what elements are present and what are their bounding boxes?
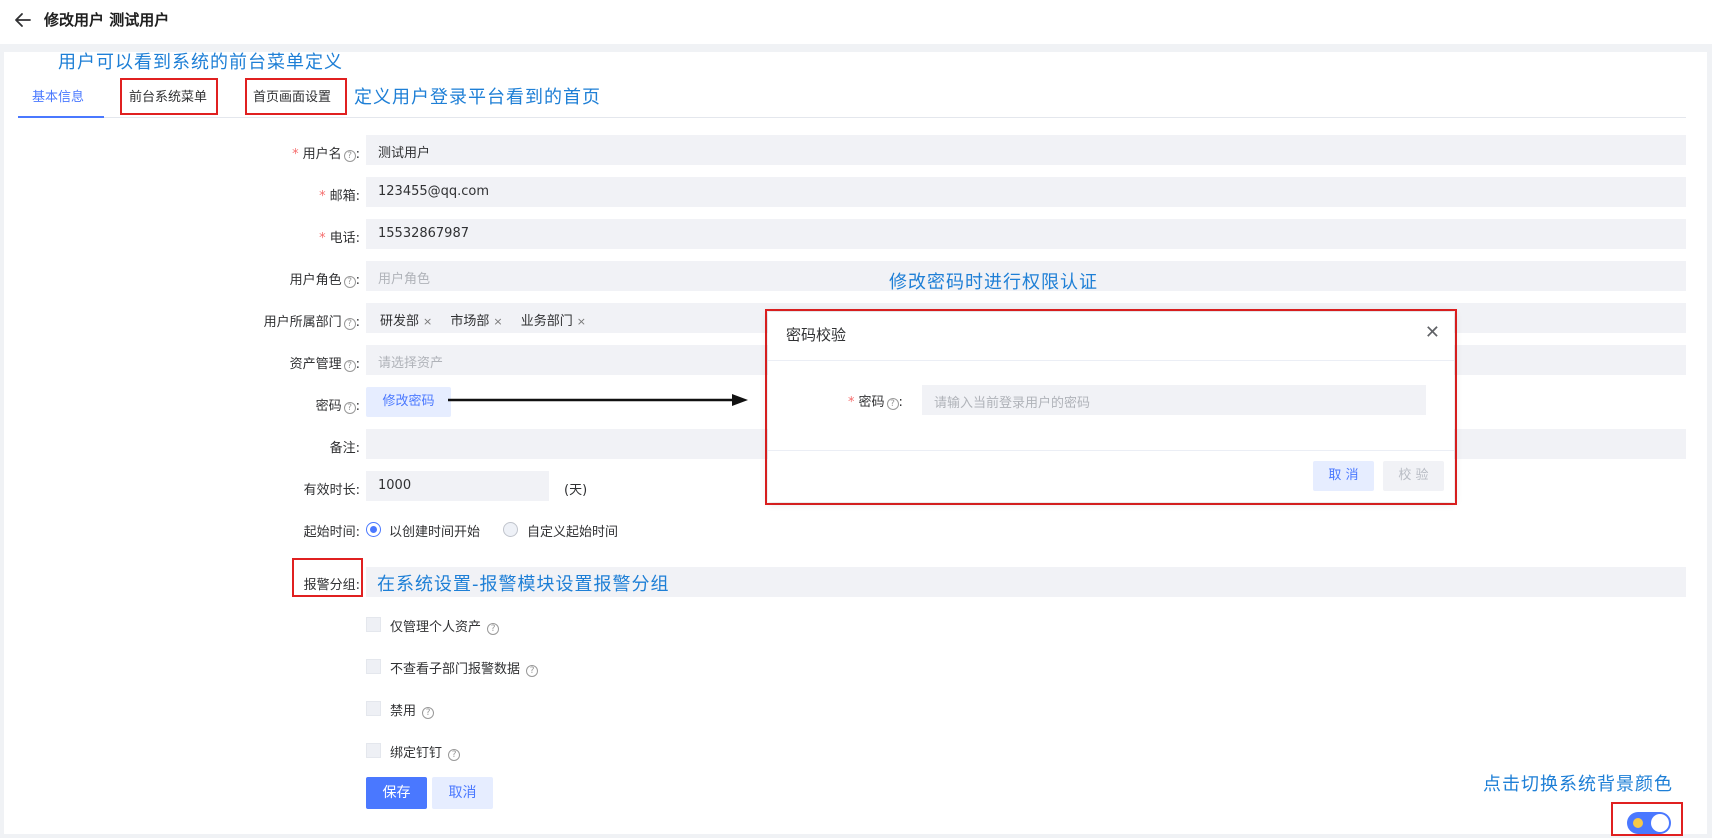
help-icon: ? bbox=[886, 398, 899, 410]
help-icon: ? bbox=[526, 665, 539, 677]
page-title: 修改用户 测试用户 bbox=[44, 11, 170, 29]
dialog-cancel-button[interactable]: 取 消 bbox=[1313, 461, 1374, 491]
checkbox-hide-sub-dept-label[interactable]: 不查看子部门报警数据 ? bbox=[390, 658, 539, 677]
department-label: 用户所属部门?: bbox=[263, 315, 360, 330]
tab-basic-info[interactable]: 基本信息 bbox=[32, 86, 84, 105]
dialog-title: 密码校验 bbox=[786, 326, 847, 344]
help-icon: ? bbox=[422, 707, 435, 719]
checkbox-hide-sub-dept[interactable] bbox=[366, 659, 381, 674]
tabs-divider bbox=[18, 117, 1686, 118]
tag-close-icon[interactable]: × bbox=[577, 315, 586, 328]
radio-created-time[interactable] bbox=[366, 522, 381, 537]
highlight-box bbox=[292, 558, 363, 597]
annotation-alarm-note: 在系统设置-报警模块设置报警分组 bbox=[377, 574, 670, 595]
radio-custom-time-label[interactable]: 自定义起始时间 bbox=[527, 521, 618, 540]
dialog-password-label: * 密码?: bbox=[848, 395, 903, 410]
sun-icon bbox=[1633, 818, 1643, 828]
password-verify-dialog: 密码校验 ✕ * 密码?: 请输入当前登录用户的密码 取 消 校 验 bbox=[768, 312, 1454, 502]
duration-label: 有效时长: bbox=[303, 483, 360, 498]
assets-label: 资产管理?: bbox=[289, 357, 360, 372]
duration-field[interactable]: 1000 bbox=[366, 471, 549, 501]
tag-close-icon[interactable]: × bbox=[423, 315, 432, 328]
help-icon: ? bbox=[343, 318, 356, 330]
checkbox-disable-label[interactable]: 禁用 ? bbox=[390, 700, 435, 719]
dialog-verify-button[interactable]: 校 验 bbox=[1383, 461, 1444, 491]
radio-custom-time[interactable] bbox=[503, 522, 518, 537]
help-icon: ? bbox=[343, 276, 356, 288]
phone-label: * 电话: bbox=[319, 231, 360, 246]
remark-label: 备注: bbox=[329, 441, 360, 456]
checkbox-bind-dingtalk-label[interactable]: 绑定钉钉 ? bbox=[390, 742, 461, 761]
annotation-home-note: 定义用户登录平台看到的首页 bbox=[354, 87, 601, 108]
annotation-menu-note: 用户可以看到系统的前台菜单定义 bbox=[58, 52, 343, 73]
phone-field[interactable]: 15532867987 bbox=[366, 219, 1686, 249]
cancel-button[interactable]: 取消 bbox=[432, 777, 493, 809]
checkbox-disable[interactable] bbox=[366, 701, 381, 716]
checkbox-personal-assets[interactable] bbox=[366, 617, 381, 632]
top-bar: 修改用户 测试用户 bbox=[0, 0, 1712, 44]
help-icon: ? bbox=[343, 150, 356, 162]
close-icon[interactable]: ✕ bbox=[1425, 322, 1440, 343]
checkbox-personal-assets-label[interactable]: 仅管理个人资产 ? bbox=[390, 616, 500, 635]
dialog-password-input[interactable]: 请输入当前登录用户的密码 bbox=[922, 385, 1426, 415]
start-time-label: 起始时间: bbox=[303, 525, 360, 540]
annotation-theme-note: 点击切换系统背景颜色 bbox=[1483, 774, 1673, 795]
help-icon: ? bbox=[448, 749, 461, 761]
arrow-right-icon bbox=[448, 394, 748, 406]
help-icon: ? bbox=[487, 623, 500, 635]
theme-toggle[interactable] bbox=[1627, 812, 1671, 834]
active-tab-indicator bbox=[18, 116, 104, 118]
toggle-knob bbox=[1651, 814, 1669, 832]
department-tag: 业务部门 × bbox=[520, 314, 586, 329]
tag-close-icon[interactable]: × bbox=[493, 315, 502, 328]
highlight-box bbox=[120, 78, 218, 115]
highlight-box bbox=[245, 78, 347, 115]
username-field[interactable]: 测试用户 bbox=[366, 135, 1686, 165]
save-button[interactable]: 保存 bbox=[366, 777, 427, 809]
help-icon: ? bbox=[343, 360, 356, 372]
checkbox-bind-dingtalk[interactable] bbox=[366, 743, 381, 758]
arrow-left-icon[interactable] bbox=[12, 9, 34, 31]
department-tag: 研发部 × bbox=[380, 314, 433, 329]
annotation-password-note: 修改密码时进行权限认证 bbox=[889, 272, 1098, 293]
dialog-divider bbox=[768, 360, 1454, 361]
dialog-divider bbox=[768, 450, 1454, 451]
change-password-button[interactable]: 修改密码 bbox=[366, 387, 451, 417]
duration-unit: (天) bbox=[564, 483, 588, 498]
username-label: * 用户名?: bbox=[292, 147, 360, 162]
email-label: * 邮箱: bbox=[319, 189, 360, 204]
radio-created-time-label[interactable]: 以创建时间开始 bbox=[389, 521, 480, 540]
department-tag: 市场部 × bbox=[450, 314, 503, 329]
email-field[interactable]: 123455@qq.com bbox=[366, 177, 1686, 207]
role-label: 用户角色?: bbox=[289, 273, 360, 288]
help-icon: ? bbox=[343, 402, 356, 414]
password-label: 密码?: bbox=[315, 399, 360, 414]
